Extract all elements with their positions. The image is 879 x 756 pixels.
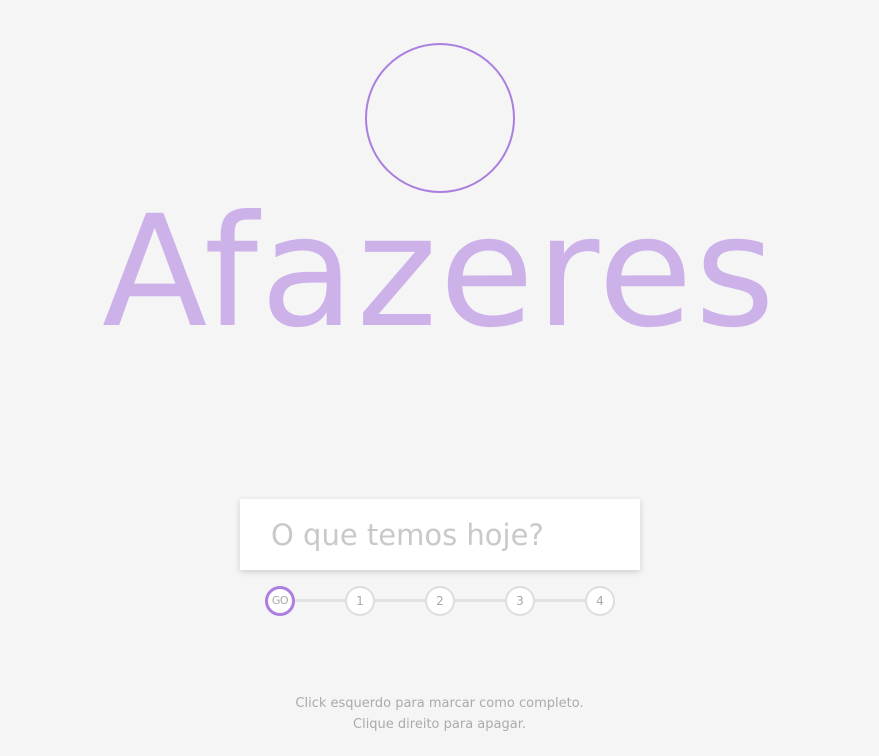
- instruction-complete: Click esquerdo para marcar como completo…: [295, 696, 584, 711]
- decorative-circle: [365, 43, 515, 193]
- step-progress: GO 1 2 3 4: [265, 586, 615, 616]
- instruction-delete: Clique direito para apagar.: [353, 717, 526, 732]
- task-input[interactable]: [240, 499, 640, 570]
- step-go[interactable]: GO: [265, 586, 295, 616]
- step-1[interactable]: 1: [345, 586, 375, 616]
- step-4[interactable]: 4: [585, 586, 615, 616]
- page-title: Afazeres: [102, 183, 777, 362]
- task-input-container: [240, 499, 640, 570]
- step-3[interactable]: 3: [505, 586, 535, 616]
- step-2[interactable]: 2: [425, 586, 455, 616]
